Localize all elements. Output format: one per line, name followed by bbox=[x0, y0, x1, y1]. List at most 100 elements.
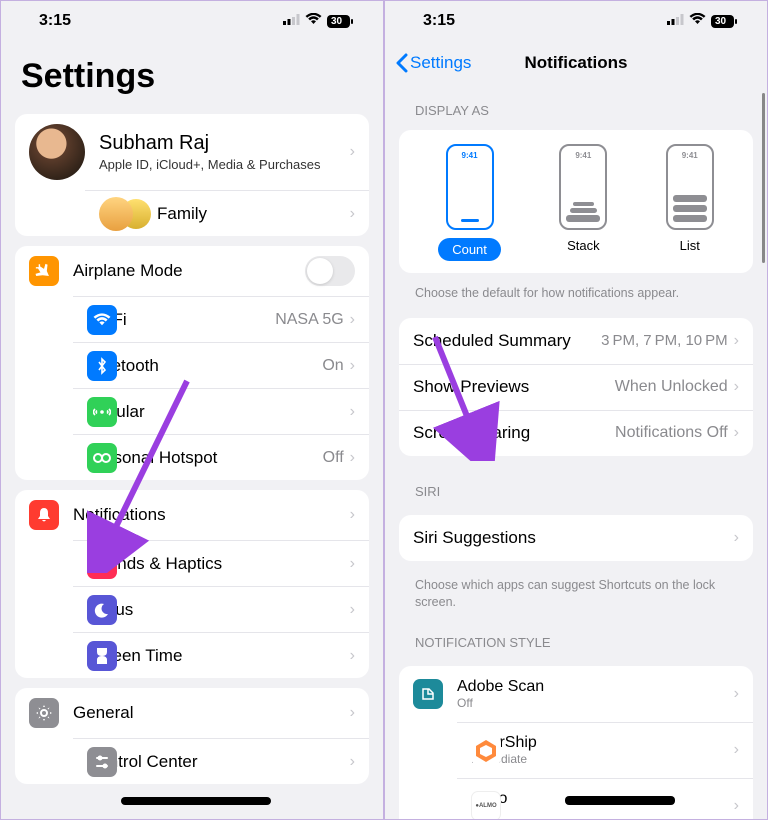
chevron-icon: › bbox=[350, 555, 355, 573]
row-notifications[interactable]: Notifications › bbox=[15, 490, 369, 540]
siri-footer: Choose which apps can suggest Shortcuts … bbox=[385, 571, 767, 617]
row-control-center[interactable]: Control Center › bbox=[73, 738, 369, 784]
profile-name: Subham Raj bbox=[99, 132, 350, 155]
screentime-icon bbox=[87, 641, 117, 671]
status-bar: 3:15 30 bbox=[1, 1, 383, 41]
row-airplane-mode[interactable]: Airplane Mode bbox=[15, 246, 369, 296]
nav-bar: Settings Notifications bbox=[385, 41, 767, 85]
display-option-stack[interactable]: 9:41 Stack bbox=[559, 144, 607, 261]
back-label: Settings bbox=[410, 53, 471, 73]
row-label: Cellular bbox=[87, 402, 350, 422]
row-value: On bbox=[322, 357, 343, 375]
cellular-icon bbox=[283, 12, 300, 30]
chevron-icon: › bbox=[734, 378, 739, 396]
family-row[interactable]: Family › bbox=[85, 190, 369, 236]
app-row-aftership[interactable]: AfterShip Immediate › bbox=[457, 722, 753, 778]
chevron-icon: › bbox=[350, 143, 355, 161]
row-label: Airplane Mode bbox=[73, 261, 305, 281]
battery-icon: 30 bbox=[711, 15, 737, 28]
display-option-list[interactable]: 9:41 List bbox=[666, 144, 714, 261]
control-center-icon bbox=[87, 747, 117, 777]
page-title: Settings bbox=[1, 41, 383, 104]
chevron-icon: › bbox=[350, 449, 355, 467]
row-screen-time[interactable]: Screen Time › bbox=[73, 632, 369, 678]
option-label: List bbox=[680, 238, 700, 253]
family-avatar-1 bbox=[99, 197, 133, 231]
row-label: Focus bbox=[87, 600, 350, 620]
row-value: Off bbox=[323, 449, 344, 467]
apple-id-row[interactable]: Subham Raj Apple ID, iCloud+, Media & Pu… bbox=[15, 114, 369, 190]
gear-icon bbox=[29, 698, 59, 728]
chevron-icon: › bbox=[350, 311, 355, 329]
chevron-icon: › bbox=[350, 753, 355, 771]
app-icon: ●ALMO bbox=[471, 791, 501, 820]
chevron-icon: › bbox=[734, 741, 739, 759]
row-personal-hotspot[interactable]: Personal Hotspot Off › bbox=[73, 434, 369, 480]
hotspot-icon bbox=[87, 443, 117, 473]
general-group: General › Control Center › bbox=[15, 688, 369, 784]
chevron-icon: › bbox=[350, 403, 355, 421]
row-label: General bbox=[73, 703, 350, 723]
redaction-bar bbox=[565, 796, 675, 805]
app-icon bbox=[471, 735, 501, 765]
chevron-icon: › bbox=[350, 357, 355, 375]
notifications-icon bbox=[29, 500, 59, 530]
row-scheduled-summary[interactable]: Scheduled Summary 3 PM, 7 PM, 10 PM › bbox=[399, 318, 753, 364]
row-label: Screen Sharing bbox=[413, 423, 615, 443]
chevron-left-icon bbox=[395, 53, 408, 73]
display-option-count[interactable]: 9:41 Count bbox=[438, 144, 501, 261]
siri-group: Siri Suggestions › bbox=[399, 515, 753, 561]
row-label: Show Previews bbox=[413, 377, 615, 397]
wifi-icon bbox=[689, 12, 706, 30]
row-value: 3 PM, 7 PM, 10 PM bbox=[601, 332, 728, 349]
back-button[interactable]: Settings bbox=[395, 53, 471, 73]
app-label: Adobe Scan bbox=[457, 678, 734, 696]
row-cellular[interactable]: Cellular › bbox=[73, 388, 369, 434]
status-bar: 3:15 30 bbox=[385, 1, 767, 41]
row-focus[interactable]: Focus › bbox=[73, 586, 369, 632]
display-as-footer: Choose the default for how notifications… bbox=[385, 279, 767, 308]
battery-icon: 30 bbox=[327, 15, 353, 28]
row-siri-suggestions[interactable]: Siri Suggestions › bbox=[399, 515, 753, 561]
wifi-icon bbox=[87, 305, 117, 335]
row-label: Control Center bbox=[87, 752, 350, 772]
count-preview: 9:41 bbox=[446, 144, 494, 230]
row-wifi[interactable]: Wi-Fi NASA 5G › bbox=[73, 296, 369, 342]
wifi-icon bbox=[305, 12, 322, 30]
nav-title: Notifications bbox=[525, 53, 628, 73]
cellular-icon bbox=[87, 397, 117, 427]
scroll-indicator[interactable] bbox=[762, 93, 765, 263]
chevron-icon: › bbox=[350, 601, 355, 619]
app-label: AfterShip bbox=[471, 734, 734, 752]
row-value: When Unlocked bbox=[615, 378, 728, 396]
chevron-icon: › bbox=[734, 529, 739, 547]
chevron-icon: › bbox=[350, 704, 355, 722]
notifications-settings-screen: 3:15 30 Settings Notifications DISPLAY A… bbox=[384, 0, 768, 820]
app-sub: Off bbox=[471, 808, 734, 820]
row-bluetooth[interactable]: Bluetooth On › bbox=[73, 342, 369, 388]
avatar bbox=[29, 124, 85, 180]
row-screen-sharing[interactable]: Screen Sharing Notifications Off › bbox=[399, 410, 753, 456]
row-label: Sounds & Haptics bbox=[87, 554, 350, 574]
row-label: Screen Time bbox=[87, 646, 350, 666]
chevron-icon: › bbox=[734, 424, 739, 442]
list-preview: 9:41 bbox=[666, 144, 714, 230]
row-show-previews[interactable]: Show Previews When Unlocked › bbox=[399, 364, 753, 410]
display-as-header: DISPLAY AS bbox=[385, 85, 767, 124]
redaction-bar bbox=[121, 797, 271, 805]
chevron-icon: › bbox=[734, 797, 739, 815]
row-value: NASA 5G bbox=[275, 311, 343, 329]
profile-group: Subham Raj Apple ID, iCloud+, Media & Pu… bbox=[15, 114, 369, 236]
airplane-toggle[interactable] bbox=[305, 256, 355, 286]
row-general[interactable]: General › bbox=[15, 688, 369, 738]
app-icon bbox=[413, 679, 443, 709]
chevron-icon: › bbox=[350, 506, 355, 524]
row-sounds-haptics[interactable]: Sounds & Haptics › bbox=[73, 540, 369, 586]
app-row-adobe-scan[interactable]: Adobe Scan Off › bbox=[399, 666, 753, 722]
app-sub: Off bbox=[457, 696, 734, 710]
chevron-icon: › bbox=[734, 332, 739, 350]
status-time: 3:15 bbox=[39, 12, 71, 30]
row-label: Notifications bbox=[73, 505, 350, 525]
row-label: Scheduled Summary bbox=[413, 331, 601, 351]
option-label: Stack bbox=[567, 238, 600, 253]
